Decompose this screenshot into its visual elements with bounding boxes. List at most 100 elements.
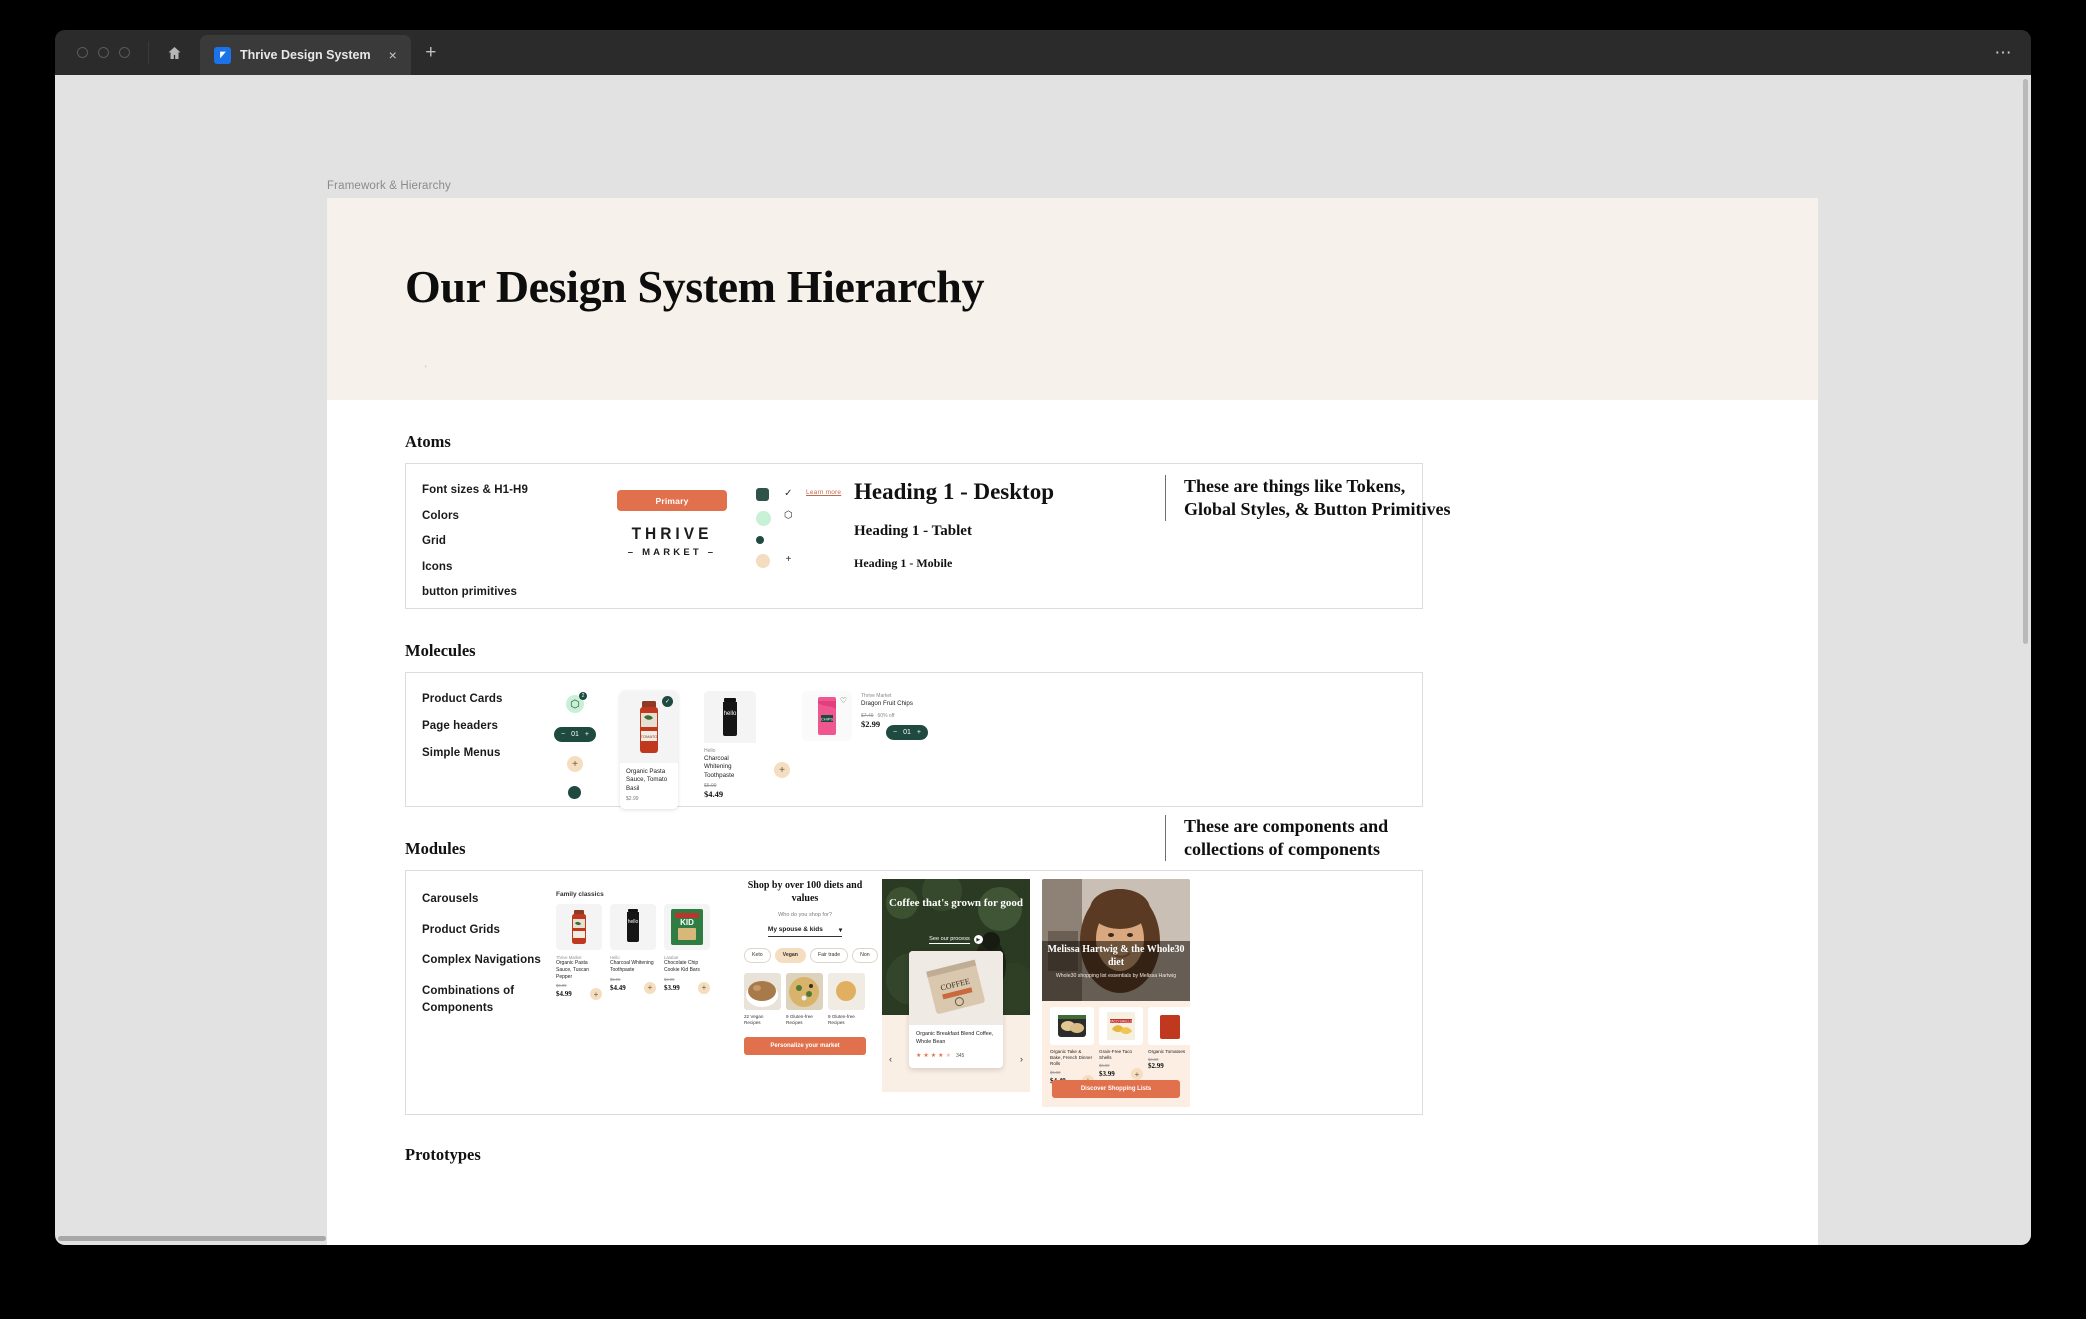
recipe-card-glutenfree-2[interactable]: 9 Gluten-free Recipes [828,972,865,1026]
star-icon: ★ [930,1053,937,1060]
add-to-cart-button[interactable]: + [644,981,656,994]
product-image: hello [610,904,656,950]
toothpaste-tube-art: hello [704,691,756,743]
heading-desktop-specimen: Heading 1 - Desktop [854,479,1054,504]
toothpaste-tube-art: hello [610,904,656,950]
grid-product-pasta-sauce[interactable]: Thrive Market Organic Pasta Sauce, Tusca… [556,904,602,1001]
product-image [1148,1007,1190,1045]
product-grid-title: Family classics [556,891,604,898]
see-our-process-label: See our process [929,935,970,944]
stepper-minus[interactable]: − [893,729,897,736]
product-price: $4.49 [704,789,724,800]
color-swatch-mint [756,511,771,526]
product-card-dragon-fruit-chips[interactable]: CHIPS ♡ [802,691,852,741]
product-name: Organic Pasta Sauce, Tomato Basil [626,768,668,792]
molecules-item-product-cards: Product Cards [422,693,503,705]
grid-product-toothpaste[interactable]: hello Hello Charcoal Whitening Toothpast… [610,904,656,1000]
close-window-button[interactable] [77,47,88,58]
product-name: Organic Tomatoes [1148,1049,1186,1054]
wishlist-heart-icon[interactable]: ♡ [840,696,847,705]
add-to-cart-button-toothpaste[interactable]: + [774,762,790,778]
star-icon: ★ [938,1053,944,1060]
maximize-window-button[interactable] [119,47,130,58]
modules-item-combinations: Combinations of Components [422,985,515,1014]
primary-button-sample[interactable]: Primary [617,490,727,511]
stepper-minus[interactable]: − [561,731,565,738]
stepper-plus[interactable]: + [917,729,921,736]
grain-bowl-art [744,972,781,1010]
whole30-product-tomatoes[interactable]: Organic Tomatoes $4.00 $2.99 [1148,1007,1190,1087]
personalize-market-button[interactable]: Personalize your market [744,1036,866,1055]
box-badge-icon[interactable]: 2 [565,692,587,713]
product-name: Organic Breakfast Blend Coffee, Whole Be… [916,1031,994,1045]
chip-keto[interactable]: Keto [744,947,771,963]
chip-fair-trade[interactable]: Fair trade [809,947,849,963]
browser-menu-button[interactable]: ⋯ [1995,30,2014,75]
quantity-stepper[interactable]: − 01 + [554,727,596,742]
add-to-cart-button[interactable]: + [698,981,710,994]
annotation-modules-text: These are components and collections of … [1184,816,1389,859]
shopper-select[interactable]: My spouse & kids ▾ [767,926,843,937]
product-image: hello [704,691,756,743]
product-card-pasta-sauce[interactable]: TOMATO ✓ Organic Pasta Sauce, Tomato Bas… [620,691,678,810]
molecules-item-simple-menus: Simple Menus [422,747,501,759]
whole30-product-dinner-rolls[interactable]: Organic Take & Bake, French Dinner Rolls… [1050,1007,1094,1087]
tomatoes-can-art [1148,1007,1190,1045]
product-meta: Hello Charcoal Whitening Toothpaste $5.9… [704,743,756,799]
molecule-controls-stack: 2 − 01 + + [554,692,596,799]
recipe-caption: 9 Gluten-free Recipes [786,1013,813,1025]
new-tab-button[interactable]: + [411,30,451,75]
window-controls[interactable] [55,30,148,75]
plus-icon: + [785,554,792,565]
dinner-rolls-art [1050,1007,1094,1045]
product-meta: Organic Pasta Sauce, Tomato Basil $2.99 [620,763,678,809]
rating-stars: ★ ★ ★ ★ ★ 345 [916,1052,996,1060]
add-to-cart-button[interactable]: + [566,756,583,772]
review-count: 345 [955,1052,965,1059]
browser-window: Thrive Design System × + ⋯ Framework & H… [55,30,2031,1245]
carousel-prev-button[interactable]: ‹ [889,1054,892,1064]
home-button[interactable] [149,30,200,75]
color-swatch-forest-dot [756,536,764,544]
modules-item-product-grids: Product Grids [422,923,500,936]
product-price: $3.99 [1099,1070,1115,1079]
badge-count: 2 [578,692,587,700]
whole30-product-row: Organic Take & Bake, French Dinner Rolls… [1042,1001,1190,1087]
whole30-module: Melissa Hartwig & the Whole30 diet Whole… [1042,879,1190,1107]
learn-more-link[interactable]: Learn more [806,489,841,496]
whole30-title: Melissa Hartwig & the Whole30 diet [1047,944,1185,968]
section-heading-atoms: Atoms [405,432,451,451]
stepper-plus[interactable]: + [585,731,589,738]
chip-vegan[interactable]: Vegan [774,947,806,963]
tab-thrive-design-system[interactable]: Thrive Design System × [200,35,411,75]
add-to-cart-button[interactable]: + [1131,1068,1143,1081]
product-card-toothpaste[interactable]: hello Hello Charcoal Whitening Toothpast… [704,691,756,800]
play-icon: ▶ [973,935,983,944]
see-our-process-link[interactable]: See our process ▶ [882,935,1030,944]
selected-check-icon[interactable]: ✓ [662,696,673,707]
design-canvas: Our Design System Hierarchy ' Atoms Font… [327,198,1818,1245]
product-price: $2.99 [1148,1062,1164,1071]
quantity-stepper-dragon-fruit[interactable]: − 01 + [886,725,928,740]
chip-non-gmo[interactable]: Non [852,947,878,963]
molecules-item-page-headers: Page headers [422,720,498,732]
diets-heading: Shop by over 100 diets and values [747,880,863,904]
vertical-scrollbar[interactable] [2023,79,2028,644]
horizontal-scrollbar[interactable] [58,1236,326,1241]
pancake-art [828,972,865,1010]
recipe-card-vegan[interactable]: 22 Vegan Recipes [744,972,781,1026]
add-to-cart-button[interactable]: + [590,988,602,1001]
coffee-product-card[interactable]: COFFEE Organic Breakfast Blend Coffee, W… [909,951,1003,1069]
carousel-next-button[interactable]: › [1020,1054,1023,1064]
recipe-card-glutenfree-1[interactable]: 9 Gluten-free Recipes [786,972,823,1026]
grid-product-kid-bars[interactable]: KID Larabar Chocolate Chip Cookie Kid Ba… [664,904,710,1000]
close-tab-button[interactable]: × [386,46,400,64]
discover-shopping-lists-button[interactable]: Discover Shopping Lists [1052,1080,1180,1098]
minimize-window-button[interactable] [98,47,109,58]
whole30-product-taco-shells[interactable]: TACO SHELLS Grain-Free Taco Shells $6.00… [1099,1007,1143,1087]
section-heading-molecules: Molecules [405,641,476,660]
whole30-hero-image: Melissa Hartwig & the Whole30 diet Whole… [1042,879,1190,1001]
product-meta: Organic Breakfast Blend Coffee, Whole Be… [909,1025,1003,1068]
melissa-hartwig-portrait-art [1042,879,1190,1001]
product-name: Grain-Free Taco Shells [1099,1049,1133,1061]
